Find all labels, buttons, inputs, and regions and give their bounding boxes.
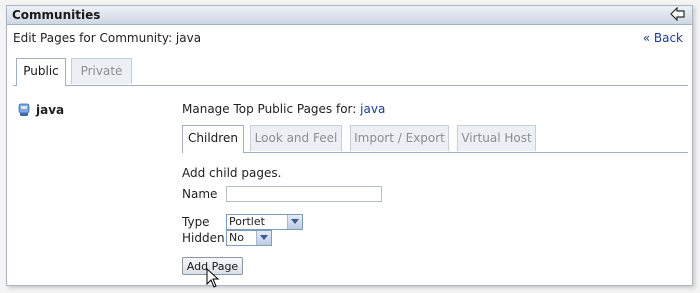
community-name: java xyxy=(36,103,65,117)
page-heading: Edit Pages for Community: java xyxy=(13,31,202,45)
hidden-select-value: No xyxy=(229,231,244,244)
portlet-header: Communities xyxy=(7,6,692,25)
hidden-label: Hidden xyxy=(182,231,225,245)
manage-community-link[interactable]: java xyxy=(360,102,385,116)
visibility-tabs: Public Private xyxy=(13,58,688,86)
back-link[interactable]: « Back xyxy=(643,31,683,45)
mouse-cursor-icon xyxy=(206,268,220,288)
back-quote: « xyxy=(642,31,651,45)
tab-look-and-feel[interactable]: Look and Feel xyxy=(250,125,342,151)
chevron-down-icon xyxy=(287,215,302,229)
page-tabs: Children Look and Feel Import / Export V… xyxy=(182,125,688,153)
back-link-label: Back xyxy=(653,31,683,45)
manage-line: Manage Top Public Pages for: java xyxy=(182,102,385,116)
community-tree-item[interactable]: java xyxy=(18,103,64,117)
manage-prefix: Manage Top Public Pages for: xyxy=(182,102,357,116)
add-child-intro: Add child pages. xyxy=(182,166,282,180)
tab-children[interactable]: Children xyxy=(182,125,244,153)
hidden-select[interactable]: No xyxy=(226,230,272,246)
community-icon xyxy=(18,103,30,116)
chevron-down-icon xyxy=(256,231,271,245)
tab-virtual-host[interactable]: Virtual Host xyxy=(457,125,536,151)
communities-portlet: Communities Edit Pages for Community: ja… xyxy=(6,5,693,288)
name-label: Name xyxy=(182,187,218,201)
tab-import-export[interactable]: Import / Export xyxy=(350,125,449,151)
back-arrow-icon[interactable] xyxy=(670,7,686,21)
type-label: Type xyxy=(182,215,210,229)
name-input[interactable] xyxy=(226,186,382,202)
type-select-value: Portlet xyxy=(229,215,265,228)
type-select[interactable]: Portlet xyxy=(226,214,303,230)
portlet-title: Communities xyxy=(12,8,101,22)
tab-public[interactable]: Public xyxy=(16,58,66,86)
tab-private[interactable]: Private xyxy=(71,58,132,84)
